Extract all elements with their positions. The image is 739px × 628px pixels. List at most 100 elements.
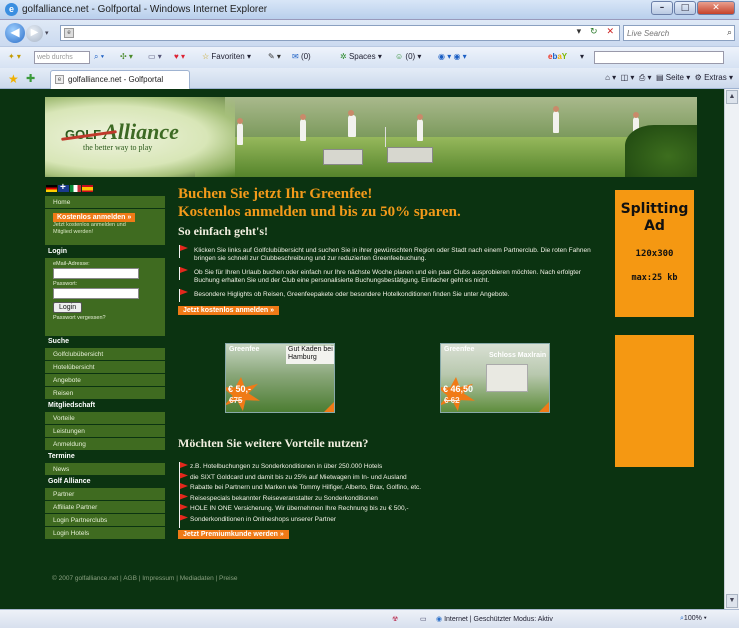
url-field[interactable]: e ▾ ↻ ✕	[60, 25, 620, 41]
nav-login-hotels[interactable]: Login Hotels	[45, 527, 165, 540]
nav-advantages[interactable]: Vorteile	[45, 412, 165, 425]
nav-affiliate-partner[interactable]: Affiliate Partner	[45, 501, 165, 514]
forgot-password-link[interactable]: Passwort vergessen?	[53, 315, 165, 321]
window-controls: – □ ✕	[651, 1, 735, 15]
footer-link-home[interactable]: golfalliance.net	[75, 575, 118, 582]
list-item: Klicken Sie links auf Golfclubübersicht …	[178, 245, 608, 263]
splitting-ad[interactable]: Splitting Ad 120x300 max:25 kb	[615, 190, 694, 317]
offer-place: Schloss Maxlrain	[489, 352, 547, 359]
nav-services[interactable]: Leistungen	[45, 425, 165, 438]
red-flag-icon	[178, 267, 190, 280]
toolbar-heart-icon[interactable]: ♥ ▾	[174, 52, 185, 61]
main-content: Buchen Sie jetzt Ihr Greenfee! Kostenlos…	[178, 185, 608, 315]
footer-link-agb[interactable]: AGB	[123, 575, 137, 582]
favorites-button[interactable]: ☆ Favoriten ▾	[202, 52, 251, 61]
how-it-works-list: Klicken Sie links auf Golfclubübersicht …	[178, 245, 608, 302]
spaces-button[interactable]: ✲ Spaces ▾	[340, 52, 382, 61]
scroll-down-icon[interactable]: ▼	[726, 594, 738, 608]
zone-indicator[interactable]: ◉ Internet | Geschützter Modus: Aktiv	[436, 615, 553, 623]
german-flag-icon[interactable]	[46, 185, 57, 192]
search-icon[interactable]: ⌕	[727, 27, 732, 38]
scroll-up-icon[interactable]: ▲	[726, 90, 738, 104]
offer-schloss-maxlrain[interactable]: Greenfee Schloss Maxlrain € 46,50 € 62	[440, 343, 550, 413]
search-heading: Suche	[45, 336, 165, 348]
spanish-flag-icon[interactable]	[82, 185, 93, 192]
tab-golfalliance[interactable]: e golfalliance.net - Golfportal	[50, 70, 190, 89]
offer-place: Gut Kaden bei Hamburg	[288, 346, 333, 361]
live-search-box: ⌕	[623, 25, 735, 41]
spaces-label: Spaces	[348, 52, 376, 61]
ad-size: 120x300	[635, 249, 674, 259]
email-field[interactable]	[53, 268, 139, 279]
page-menu[interactable]: ▤ Seite ▾	[656, 73, 690, 82]
advantage-text: die SIXT Goldcard und damit bis zu 25% a…	[190, 473, 407, 481]
footer-link-mediadaten[interactable]: Mediadaten	[180, 575, 214, 582]
toolbar-search-icon[interactable]: ⌕ ▾	[94, 52, 104, 62]
bullet-text: Ob Sie für Ihren Urlaub buchen oder einf…	[194, 269, 581, 284]
nav-registration[interactable]: Anmeldung	[45, 438, 165, 451]
side-ad-placeholder[interactable]	[615, 335, 694, 467]
list-item: die SIXT Goldcard und damit bis zu 25% a…	[178, 472, 608, 486]
toolbar-tools-icon[interactable]: ✣ ▾	[120, 52, 133, 61]
maximize-button[interactable]: □	[674, 1, 696, 15]
nav-news[interactable]: News	[45, 463, 165, 476]
toolbar-search-input[interactable]: web durchs	[34, 51, 90, 64]
refresh-icon[interactable]: ↻	[590, 27, 601, 37]
advantage-text: Reisespecials bekannter Reiseveranstalte…	[190, 494, 378, 502]
offer-gut-kaden[interactable]: Greenfee Gut Kaden bei Hamburg € 50,- €7…	[225, 343, 335, 413]
ebay-search-input[interactable]	[594, 51, 724, 64]
banner-golfer	[417, 114, 423, 141]
english-flag-icon[interactable]	[58, 182, 69, 193]
msn-logo-icon: ✦ ▾	[8, 52, 21, 61]
favorites-label: Favoriten	[211, 52, 245, 61]
extras-menu[interactable]: ⚙ Extras ▾	[695, 73, 733, 82]
advantage-text: z.B. Hotelbuchungen zu Sonderkonditionen…	[190, 463, 383, 470]
history-dropdown-icon[interactable]: ▾	[45, 29, 49, 37]
ad-max-size: max:25 kb	[631, 273, 678, 283]
register-now-button[interactable]: Jetzt kostenlos anmelden »	[178, 306, 280, 315]
add-favorite-icon[interactable]: ✚	[26, 72, 35, 85]
password-field[interactable]	[53, 288, 139, 299]
minimize-button[interactable]: –	[651, 1, 673, 15]
footer-link-impressum[interactable]: Impressum	[142, 575, 174, 582]
window-title: golfalliance.net - Golfportal - Windows …	[22, 4, 268, 15]
golf-alliance-logo[interactable]: GOLFAlliance the better way to play	[65, 119, 179, 152]
sidebar-register-button[interactable]: Kostenlos anmelden »	[53, 213, 136, 222]
toolbar-globe-icon[interactable]: ◉ ▾ ◉ ▾	[438, 52, 467, 61]
login-button[interactable]: Login	[53, 302, 83, 313]
footer-link-preise[interactable]: Preise	[219, 575, 237, 582]
toolbar-window-icon[interactable]: ▭ ▾	[148, 52, 162, 61]
close-button[interactable]: ✕	[697, 1, 735, 15]
tab-bar: ★ ✚ e golfalliance.net - Golfportal ⌂ ▾ …	[0, 68, 739, 89]
nav-partner[interactable]: Partner	[45, 488, 165, 501]
toolbar-mail-button[interactable]: ✉ (0)	[292, 52, 311, 61]
home-icon[interactable]: ⌂ ▾	[605, 73, 616, 82]
ebay-dropdown-icon[interactable]: ▾	[580, 52, 584, 61]
feeds-icon[interactable]: ◫ ▾	[621, 73, 635, 82]
italian-flag-icon[interactable]	[70, 185, 81, 192]
print-icon[interactable]: ⎙ ▾	[639, 73, 652, 82]
contacts-button[interactable]: ☺ (0) ▾	[395, 52, 421, 61]
nav-home[interactable]: Home	[45, 196, 165, 209]
ebay-logo[interactable]: ebaY	[548, 52, 567, 61]
page-footer: © 2007 golfalliance.net | AGB | Impressu…	[52, 575, 238, 582]
how-it-works-heading: So einfach geht's!	[178, 224, 268, 238]
nav-hotel-overview[interactable]: Hotelübersicht	[45, 361, 165, 374]
forward-button[interactable]: ▶	[26, 25, 43, 42]
nav-login-partnerclubs[interactable]: Login Partnerclubs	[45, 514, 165, 527]
nav-golfclub-overview[interactable]: Golfclubübersicht	[45, 348, 165, 361]
list-item: Ob Sie für Ihren Urlaub buchen oder einf…	[178, 267, 608, 285]
live-search-input[interactable]	[624, 26, 719, 40]
nav-travel[interactable]: Reisen	[45, 387, 165, 400]
back-button[interactable]: ◀	[5, 23, 25, 43]
nav-offers[interactable]: Angebote	[45, 374, 165, 387]
toolbar-pen-icon[interactable]: ✎ ▾	[268, 52, 281, 61]
tab-label: golfalliance.net - Golfportal	[68, 75, 164, 84]
stop-icon[interactable]: ✕	[606, 27, 617, 37]
premium-button[interactable]: Jetzt Premiumkunde werden »	[178, 530, 289, 539]
vertical-scrollbar[interactable]: ▲ ▼	[724, 89, 739, 609]
favorites-center-icon[interactable]: ★	[8, 72, 19, 86]
zoom-control[interactable]: ⌕100% ▾	[680, 615, 707, 623]
banner-field	[195, 137, 697, 177]
popup-blocker-icon[interactable]: ☢	[392, 615, 398, 623]
